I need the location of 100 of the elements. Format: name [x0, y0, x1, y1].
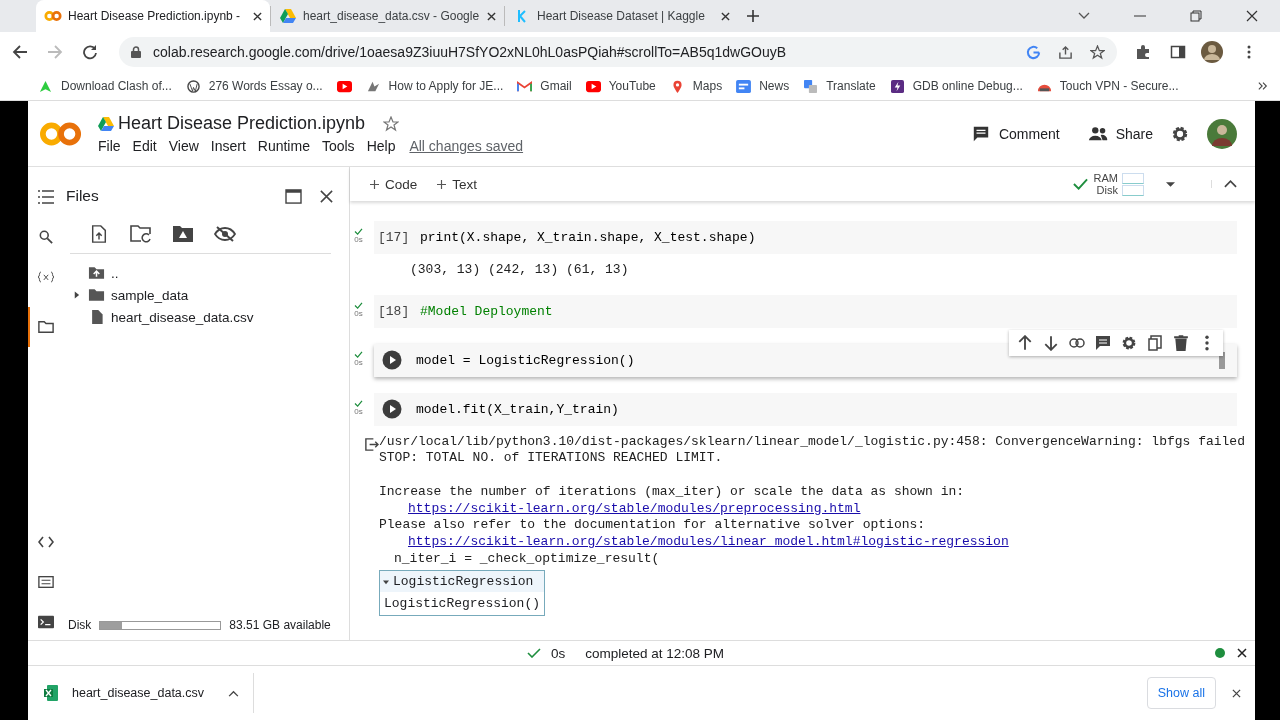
- bookmark[interactable]: Translate: [803, 79, 876, 93]
- side-panel-icon[interactable]: [1170, 44, 1186, 60]
- star-icon[interactable]: [1090, 44, 1105, 60]
- bookmark[interactable]: How to Apply for JE...: [365, 79, 504, 93]
- reload-icon[interactable]: [82, 44, 98, 60]
- refresh-folder-icon[interactable]: [130, 225, 152, 243]
- code-text[interactable]: model.fit(X_train,Y_train): [416, 401, 619, 417]
- bookmark[interactable]: GDB online Debug...: [889, 79, 1023, 93]
- back-icon[interactable]: [12, 44, 28, 60]
- browser-tab[interactable]: Heart Disease Dataset | Kaggle: [504, 6, 738, 26]
- google-icon[interactable]: [1026, 44, 1041, 60]
- browser-tab[interactable]: heart_disease_data.csv - Google: [270, 6, 504, 26]
- tab-title: Heart Disease Prediction.ipynb -: [68, 9, 242, 23]
- output-link[interactable]: https://scikit-learn.org/stable/modules/preprocessing.html: [379, 500, 1245, 518]
- code-text[interactable]: print(X.shape, X_train.shape, X_test.shape): [420, 230, 756, 245]
- close-icon[interactable]: [253, 11, 262, 21]
- bookmark[interactable]: YouTube: [585, 79, 656, 93]
- delete-icon[interactable]: [1173, 334, 1189, 351]
- drive-folder-icon[interactable]: [172, 225, 194, 243]
- execution-time: 0s: [354, 357, 363, 367]
- spreadsheet-file-icon: [44, 685, 58, 701]
- bookmark[interactable]: Touch VPN - Secure...: [1036, 79, 1179, 93]
- menu-item[interactable]: Insert: [210, 138, 246, 154]
- settings-icon[interactable]: [1121, 334, 1137, 351]
- puzzle-icon[interactable]: [1135, 44, 1151, 60]
- check-icon: [354, 301, 363, 309]
- arrow-up-icon[interactable]: [1017, 334, 1033, 351]
- add-text-button[interactable]: Text: [433, 173, 482, 195]
- url-text: colab.research.google.com/drive/1oaesa9Z3iuuH7SfYO2xNL0hL0asPQiah#scrollTo=AB5q1dwGOuyB: [153, 44, 787, 60]
- bookmark[interactable]: [336, 79, 352, 93]
- code-text[interactable]: #Model Deployment: [420, 303, 553, 319]
- menu-item[interactable]: Runtime: [257, 138, 310, 154]
- star-icon[interactable]: [383, 115, 400, 132]
- run-button[interactable]: [382, 350, 402, 371]
- file-tree-item[interactable]: ..: [66, 262, 341, 284]
- close-icon[interactable]: [1237, 648, 1247, 658]
- browser-tab[interactable]: Heart Disease Prediction.ipynb -: [36, 0, 270, 32]
- window-icon[interactable]: [285, 188, 302, 204]
- expand-caret-icon[interactable]: [72, 291, 80, 299]
- bookmark[interactable]: Gmail: [517, 79, 572, 93]
- chevron-up-icon[interactable]: [228, 689, 239, 697]
- add-code-button[interactable]: Code: [366, 173, 422, 195]
- code-text[interactable]: model = LogisticRegression(): [416, 352, 635, 368]
- menu-item[interactable]: Help: [366, 138, 396, 154]
- wordpress-logo-icon: [185, 79, 201, 93]
- settings-icon[interactable]: [1171, 124, 1189, 143]
- download-item[interactable]: heart_disease_data.csv: [44, 673, 254, 713]
- mirror-cell-icon[interactable]: [1147, 334, 1163, 351]
- menu-item[interactable]: Edit: [132, 138, 157, 154]
- bookmark[interactable]: 276 Words Essay o...: [185, 79, 323, 93]
- restore-icon[interactable]: [1190, 10, 1202, 22]
- share-button[interactable]: Share: [1081, 120, 1159, 147]
- close-icon[interactable]: [1232, 688, 1241, 698]
- disk-label: Disk: [68, 618, 92, 632]
- estimator-toggle[interactable]: LogisticRegression: [380, 571, 545, 593]
- arrow-down-icon[interactable]: [1043, 334, 1059, 351]
- comment-button[interactable]: Comment: [964, 120, 1066, 147]
- panel-title: Files: [66, 187, 99, 205]
- run-button[interactable]: [382, 399, 402, 420]
- close-icon[interactable]: [1246, 10, 1258, 22]
- bookmark[interactable]: Download Clash of...: [38, 79, 172, 93]
- play-logo-icon: [585, 79, 601, 93]
- people-icon: [1087, 124, 1108, 143]
- show-all-button[interactable]: Show all: [1146, 677, 1216, 709]
- resource-monitor[interactable]: RAM Disk: [1072, 172, 1144, 196]
- output-text: Please also refer to the documentation for alternative solver options:: [379, 517, 927, 534]
- colab-logo-icon[interactable]: [40, 120, 82, 147]
- close-icon[interactable]: [721, 11, 730, 21]
- dropdown-caret-icon[interactable]: [1166, 181, 1175, 187]
- comment-icon[interactable]: [1095, 334, 1111, 351]
- menu-item[interactable]: Tools: [321, 138, 355, 154]
- menu-item[interactable]: View: [168, 138, 199, 154]
- file-tree-item[interactable]: heart_disease_data.csv: [66, 306, 341, 328]
- menu-item[interactable]: File: [98, 138, 121, 154]
- disk-reading: 83.51 GB available: [229, 618, 331, 632]
- notebook-title[interactable]: Heart Disease Prediction.ipynb: [118, 113, 366, 134]
- close-icon[interactable]: [487, 11, 496, 21]
- output-text: Increase the number of iterations (max_iter) or scale the data as shown in:: [379, 483, 966, 501]
- bookmark[interactable]: News: [736, 79, 790, 93]
- chevron-right-icon[interactable]: [1258, 81, 1268, 91]
- save-status-link[interactable]: All changes saved: [409, 138, 524, 154]
- bookmark[interactable]: Maps: [669, 79, 723, 93]
- status-duration: 0s: [550, 645, 566, 661]
- drive-logo-icon[interactable]: [98, 116, 114, 131]
- new-tab-icon[interactable]: [746, 9, 760, 23]
- output-icon[interactable]: [364, 436, 379, 452]
- execution-count: [18]: [377, 303, 411, 319]
- menu-icon: [38, 190, 54, 204]
- output-link[interactable]: https://scikit-learn.org/stable/modules/linear_model.html#logistic-regression: [379, 533, 1245, 551]
- file-tree-item[interactable]: sample_data: [66, 284, 341, 306]
- address-bar[interactable]: colab.research.google.com/drive/1oaesa9Z3iuuH7SfYO2xNL0hL0asPQiah#scrollTo=AB5q1dwGOuyB: [119, 37, 1117, 67]
- close-icon[interactable]: [318, 188, 335, 204]
- hide-icon[interactable]: [214, 225, 236, 243]
- collapse-icon[interactable]: [1211, 180, 1237, 188]
- output-text: STOP: TOTAL NO. of ITERATIONS REACHED LIMIT.: [379, 450, 724, 468]
- share-icon[interactable]: [1058, 44, 1073, 60]
- avatar-icon[interactable]: [1201, 41, 1223, 63]
- check-icon: [354, 228, 363, 235]
- avatar-icon[interactable]: [1207, 118, 1237, 149]
- output-text: n_iter_i = _check_optimize_result(: [393, 550, 661, 568]
